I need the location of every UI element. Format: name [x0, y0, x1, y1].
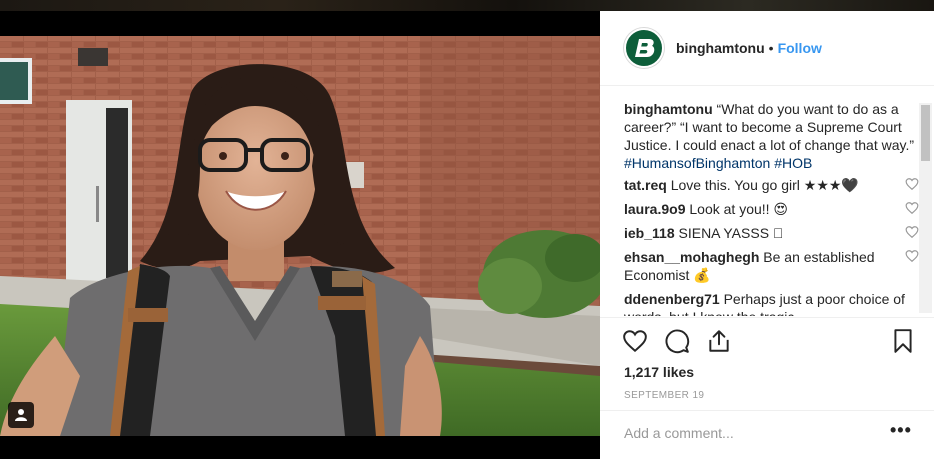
comments-scrollbar[interactable] — [919, 103, 932, 313]
photo-image — [0, 36, 600, 436]
post-photo — [0, 36, 600, 436]
comment-icon[interactable] — [664, 328, 690, 354]
comment-username[interactable]: ieb_118 — [624, 225, 675, 241]
post-caption: binghamtonu “What do you want to do as a… — [624, 100, 920, 172]
more-options-icon[interactable]: ••• — [890, 421, 912, 439]
comment-text: Love this. You go girl ★★★🖤 — [670, 177, 859, 193]
like-comment-heart-icon[interactable] — [904, 249, 920, 263]
comment-item: ieb_118 SIENA YASSS ⃞ — [624, 224, 920, 242]
comment-item: tat.req Love this. You go girl ★★★🖤 — [624, 176, 920, 194]
share-icon[interactable] — [706, 328, 732, 354]
comment-item: laura.9o9 Look at you!! 😍 — [624, 200, 920, 218]
binghamton-logo-icon — [635, 39, 655, 57]
post-author-username[interactable]: binghamtonu — [676, 40, 765, 56]
like-comment-heart-icon[interactable] — [904, 177, 920, 191]
post-actions: 1,217 likes September 19 ••• — [600, 317, 934, 445]
add-comment-input[interactable] — [624, 423, 874, 443]
comment-item: ehsan__mohaghegh Be an established Econo… — [624, 248, 920, 284]
caption-username[interactable]: binghamtonu — [624, 101, 713, 117]
action-icons — [622, 328, 732, 354]
user-tag-icon[interactable] — [8, 402, 34, 428]
post-panel: binghamtonu • Follow binghamtonu “What d… — [600, 11, 934, 459]
add-comment-bar: ••• — [600, 410, 934, 454]
scrollbar-thumb[interactable] — [921, 105, 930, 161]
comment-text: Look at you!! 😍 — [689, 201, 789, 217]
separator-dot: • — [768, 40, 774, 56]
post-header: binghamtonu • Follow — [600, 11, 934, 86]
like-comment-heart-icon[interactable] — [904, 225, 920, 239]
comment-text: SIENA YASSS ⃞ — [678, 225, 784, 241]
follow-button[interactable]: Follow — [778, 40, 822, 56]
heart-icon[interactable] — [622, 328, 648, 354]
avatar[interactable] — [624, 28, 664, 68]
post-date[interactable]: September 19 — [624, 390, 704, 401]
like-comment-heart-icon[interactable] — [904, 201, 920, 215]
comment-username[interactable]: ehsan__mohaghegh — [624, 249, 759, 265]
backdrop — [0, 0, 934, 11]
comment-username[interactable]: ddenenberg71 — [624, 291, 720, 307]
comment-username[interactable]: tat.req — [624, 177, 667, 193]
comment-item: ddenenberg71 Perhaps just a poor choice … — [624, 290, 920, 316]
comments-list[interactable]: binghamtonu “What do you want to do as a… — [624, 100, 920, 316]
hashtag-link[interactable]: #HumansofBinghamton — [624, 155, 770, 171]
bookmark-icon[interactable] — [890, 328, 916, 354]
comment-username[interactable]: laura.9o9 — [624, 201, 685, 217]
hashtag-link[interactable]: #HOB — [774, 155, 812, 171]
likes-count[interactable]: 1,217 likes — [624, 364, 694, 380]
